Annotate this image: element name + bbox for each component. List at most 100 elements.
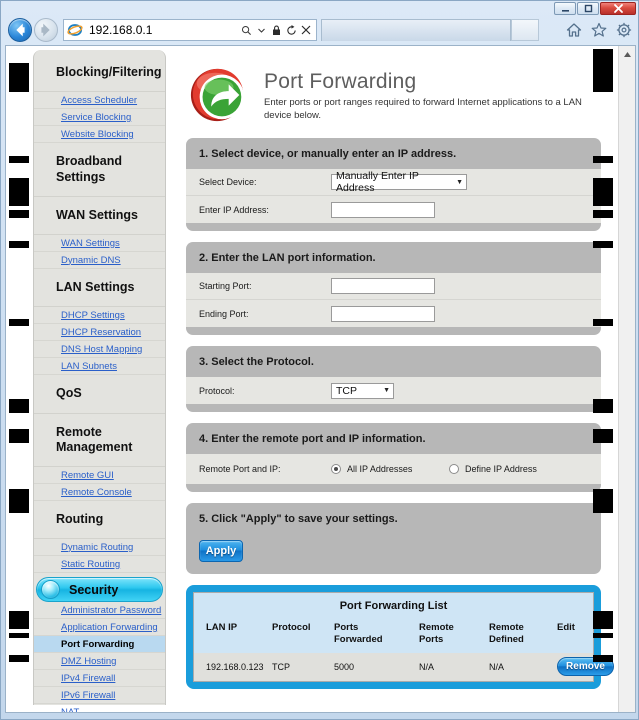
edge-marker	[593, 429, 613, 443]
enter-ip-label: Enter IP Address:	[199, 204, 269, 215]
starting-port-label: Starting Port:	[199, 281, 252, 291]
protocol-dropdown[interactable]: TCP ▼	[331, 382, 394, 399]
vertical-scrollbar[interactable]	[618, 46, 635, 712]
port-forwarding-arrow-icon	[190, 68, 245, 122]
window-controls	[554, 2, 636, 15]
edge-marker	[9, 210, 29, 218]
edge-marker	[9, 399, 29, 413]
window-close-icon[interactable]	[600, 2, 636, 15]
section-select-device: 1. Select device, or manually enter an I…	[186, 138, 601, 231]
sidebar-item-nat[interactable]: NAT	[34, 704, 165, 712]
sidebar-group-blocking-filtering: Blocking/Filtering	[34, 54, 165, 93]
field-row-protocol: Protocol: TCP ▼	[186, 377, 601, 404]
edge-marker	[593, 633, 613, 638]
sidebar-item-port-forwarding[interactable]: Port Forwarding	[34, 636, 165, 654]
sidebar-group-qos[interactable]: QoS	[34, 375, 165, 414]
sidebar-item-access-scheduler[interactable]: Access Scheduler	[34, 92, 165, 110]
star-icon[interactable]	[591, 22, 607, 38]
enter-ip-input[interactable]	[331, 201, 435, 218]
edge-marker	[9, 156, 29, 163]
radio-all-ip-addresses-input[interactable]	[331, 464, 341, 474]
sidebar-item-administrator-password[interactable]: Administrator Password	[34, 602, 165, 620]
radio-define-ip-address[interactable]: Define IP Address	[449, 464, 537, 474]
refresh-icon[interactable]	[285, 23, 297, 37]
page-title: Port Forwarding	[264, 70, 417, 93]
protocol-label: Protocol:	[199, 385, 235, 396]
home-icon[interactable]	[566, 22, 582, 38]
starting-port-input[interactable]	[331, 278, 435, 294]
search-icon[interactable]	[240, 23, 252, 37]
edge-marker	[593, 489, 613, 513]
back-arrow-icon[interactable]	[8, 18, 32, 42]
sidebar-item-dns-host-mapping[interactable]: DNS Host Mapping	[34, 341, 165, 359]
sidebar-item-static-routing[interactable]: Static Routing	[34, 556, 165, 574]
port-forwarding-list-panel: Port Forwarding List LAN IP Protocol Por…	[186, 585, 614, 689]
column-header-remote-defined: Remote Defined	[489, 622, 524, 645]
security-orb-icon	[41, 580, 60, 600]
edge-marker	[9, 489, 29, 513]
page-viewport: Blocking/Filtering Access Scheduler Serv…	[5, 45, 636, 713]
column-header-lan-ip: LAN IP	[206, 622, 238, 633]
sidebar-item-dynamic-dns[interactable]: Dynamic DNS	[34, 252, 165, 269]
edge-marker	[593, 611, 613, 629]
minimize-icon[interactable]	[554, 2, 576, 15]
sidebar-group-security-label: Security	[69, 582, 119, 597]
sidebar-item-remote-console[interactable]: Remote Console	[34, 484, 165, 501]
chevron-down-icon[interactable]	[255, 23, 267, 37]
radio-all-ip-addresses-label: All IP Addresses	[347, 464, 413, 474]
column-header-edit: Edit	[557, 622, 575, 633]
ending-port-label: Ending Port:	[199, 308, 249, 319]
edge-marker	[593, 399, 613, 413]
protocol-value: TCP	[336, 384, 357, 397]
lock-icon[interactable]	[270, 23, 282, 37]
ending-port-input[interactable]	[331, 305, 435, 322]
browser-toolbar: 192.168.0.1	[1, 15, 638, 45]
scroll-up-arrow-icon[interactable]	[619, 46, 635, 63]
section-1-fields: Select Device: Manually Enter IP Address…	[186, 169, 601, 223]
sidebar-item-dmz-hosting[interactable]: DMZ Hosting	[34, 653, 165, 671]
new-tab-button[interactable]	[511, 19, 539, 41]
router-admin-page: Blocking/Filtering Access Scheduler Serv…	[6, 46, 620, 712]
gear-icon[interactable]	[616, 22, 632, 38]
apply-button[interactable]: Apply	[199, 540, 243, 562]
sidebar-item-ipv6-firewall[interactable]: IPv6 Firewall	[34, 687, 165, 705]
sidebar-item-wan-settings[interactable]: WAN Settings	[34, 235, 165, 252]
address-bar[interactable]: 192.168.0.1	[63, 19, 317, 41]
sidebar-item-remote-gui[interactable]: Remote GUI	[34, 467, 165, 484]
sidebar-item-dynamic-routing[interactable]: Dynamic Routing	[34, 539, 165, 557]
cell-ports-forwarded: 5000	[334, 661, 355, 672]
port-forwarding-list: Port Forwarding List LAN IP Protocol Por…	[193, 592, 614, 682]
edge-marker	[9, 611, 29, 629]
edge-marker	[593, 49, 613, 92]
forward-arrow-icon[interactable]	[34, 18, 58, 42]
sidebar-item-dhcp-settings[interactable]: DHCP Settings	[34, 307, 165, 325]
edge-marker	[9, 241, 29, 248]
internet-explorer-logo-icon	[67, 24, 83, 36]
sidebar-item-application-forwarding[interactable]: Application Forwarding	[34, 619, 165, 637]
edge-marker	[9, 178, 29, 206]
radio-define-ip-address-input[interactable]	[449, 464, 459, 474]
close-icon[interactable]	[300, 23, 312, 37]
sidebar-group-routing: Routing	[34, 501, 165, 540]
sidebar-group-lan-settings: LAN Settings	[34, 269, 165, 308]
column-header-ports-forwarded: Ports Forwarded	[334, 622, 383, 645]
tab-strip[interactable]	[321, 19, 511, 41]
radio-all-ip-addresses[interactable]: All IP Addresses	[331, 464, 449, 474]
section-lan-port-info: 2. Enter the LAN port information. Start…	[186, 242, 601, 335]
sidebar-item-website-blocking[interactable]: Website Blocking	[34, 126, 165, 144]
sidebar-item-dhcp-reservation[interactable]: DHCP Reservation	[34, 324, 165, 342]
sidebar-item-ipv4-firewall[interactable]: IPv4 Firewall	[34, 670, 165, 688]
sidebar-item-lan-subnets[interactable]: LAN Subnets	[34, 358, 165, 376]
remote-port-ip-label: Remote Port and IP:	[199, 464, 281, 474]
select-device-label: Select Device:	[199, 177, 257, 187]
port-forwarding-list-title: Port Forwarding List	[194, 593, 593, 619]
section-apply: 5. Click "Apply" to save your settings. …	[186, 503, 601, 574]
sidebar-item-service-blocking[interactable]: Service Blocking	[34, 109, 165, 127]
edge-marker	[9, 633, 29, 638]
maximize-icon[interactable]	[577, 2, 599, 15]
sidebar-group-security[interactable]: Security	[36, 577, 163, 603]
sidebar-group-broadband-settings[interactable]: Broadband Settings	[34, 143, 165, 197]
url-text[interactable]: 192.168.0.1	[83, 23, 240, 37]
edge-marker	[593, 210, 613, 218]
select-device-dropdown[interactable]: Manually Enter IP Address ▼	[331, 170, 467, 194]
